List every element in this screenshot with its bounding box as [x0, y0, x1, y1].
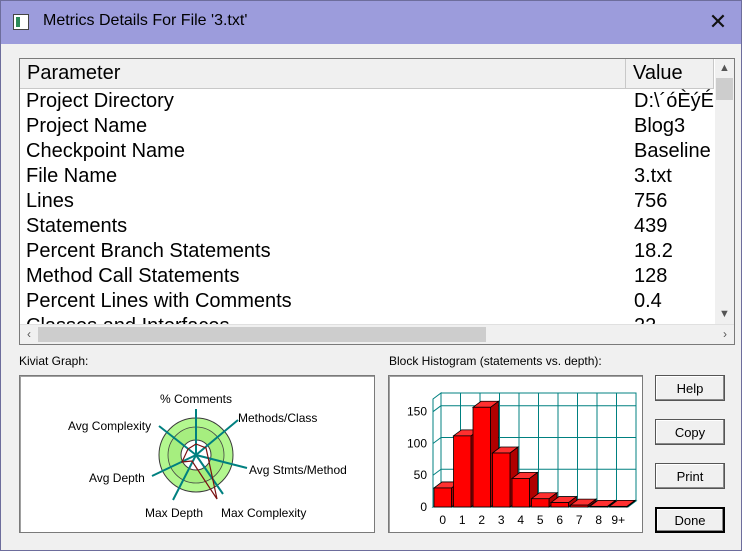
axis-label-methods-class: Methods/Class	[238, 411, 317, 425]
axis-label-avg-depth: Avg Depth	[89, 471, 145, 485]
table-row[interactable]: Project Name Blog3	[20, 114, 714, 139]
table-row[interactable]: Percent Lines with Comments 0.4	[20, 289, 714, 314]
vertical-scrollbar[interactable]: ▲ ▼	[715, 59, 734, 325]
parameter-cell: Project Directory	[26, 90, 174, 112]
value-cell: Baseline	[634, 140, 711, 162]
parameter-cell: Lines	[26, 190, 74, 212]
value-cell: 3.txt	[634, 165, 672, 187]
metrics-list[interactable]: Parameter Value Project Directory D:\´óÈý…	[19, 58, 735, 345]
kiviat-panel: % Comments Methods/Class Avg Stmts/Metho…	[19, 375, 375, 533]
close-button[interactable]: ✕	[701, 6, 735, 38]
title-bar[interactable]: Metrics Details For File '3.txt' ✕	[1, 1, 741, 44]
x-tick-label: 6	[556, 513, 563, 527]
x-tick-label: 9+	[611, 513, 625, 527]
value-cell: 756	[634, 190, 668, 212]
x-tick-label: 2	[478, 513, 485, 527]
value-cell: 439	[634, 215, 668, 237]
table-row[interactable]: Statements 439	[20, 214, 714, 239]
value-cell: 18.2	[634, 240, 673, 262]
scroll-right-icon[interactable]: ›	[716, 325, 734, 344]
x-tick-label: 7	[576, 513, 583, 527]
parameter-cell: Percent Lines with Comments	[26, 290, 292, 312]
x-tick-label: 8	[595, 513, 602, 527]
list-rows: Project Directory D:\´óÈýÉ Project Name Blo…	[20, 89, 714, 325]
table-row[interactable]: Percent Branch Statements 18.2	[20, 239, 714, 264]
table-row[interactable]: Checkpoint Name Baseline	[20, 139, 714, 164]
scroll-up-icon[interactable]: ▲	[715, 59, 734, 77]
kiviat-graph: % Comments Methods/Class Avg Stmts/Metho…	[68, 392, 347, 520]
axis-label-avg-complexity: Avg Complexity	[68, 419, 151, 433]
dialog-window: Metrics Details For File '3.txt' ✕ Param…	[0, 0, 742, 551]
axis-label-max-depth: Max Depth	[145, 506, 203, 520]
histogram-label: Block Histogram (statements vs. depth):	[389, 354, 602, 368]
parameter-cell: Checkpoint Name	[26, 140, 185, 162]
parameter-cell: Statements	[26, 215, 128, 237]
value-cell: 128	[634, 265, 668, 287]
value-cell: D:\´óÈýÉ	[634, 90, 714, 112]
table-row[interactable]: Project Directory D:\´óÈýÉ	[20, 89, 714, 114]
parameter-cell: Method Call Statements	[26, 265, 240, 287]
copy-button[interactable]: Copy	[655, 419, 725, 445]
column-header-value[interactable]: Value	[626, 59, 714, 88]
x-tick-label: 5	[537, 513, 544, 527]
horizontal-scrollbar[interactable]: ‹ ›	[20, 324, 734, 344]
parameter-cell: Percent Branch Statements	[26, 240, 271, 262]
x-tick-label: 3	[498, 513, 505, 527]
table-row[interactable]: File Name 3.txt	[20, 164, 714, 189]
y-tick-label: 100	[407, 436, 427, 450]
column-header-parameter[interactable]: Parameter	[20, 59, 626, 88]
scroll-left-icon[interactable]: ‹	[20, 325, 38, 344]
scroll-down-icon[interactable]: ▼	[715, 305, 734, 323]
horizontal-scroll-thumb[interactable]	[38, 327, 486, 342]
block-histogram: 0501001500 1 2 3 4 5 6 7 8 9+	[407, 392, 638, 527]
vertical-scroll-thumb[interactable]	[716, 78, 733, 100]
value-cell: Blog3	[634, 115, 686, 137]
axis-label-max-complexity: Max Complexity	[221, 506, 306, 520]
help-button[interactable]: Help	[655, 375, 725, 401]
y-tick-label: 150	[407, 405, 427, 419]
y-tick-label: 0	[420, 500, 427, 514]
value-cell: 0.4	[634, 290, 662, 312]
table-row[interactable]: Lines 756	[20, 189, 714, 214]
kiviat-label: Kiviat Graph:	[19, 354, 89, 368]
parameter-cell: Project Name	[26, 115, 148, 137]
x-tick-label: 0	[439, 513, 446, 527]
app-icon	[13, 14, 29, 30]
axis-label-comments: % Comments	[160, 392, 232, 406]
parameter-cell: File Name	[26, 165, 118, 187]
print-button[interactable]: Print	[655, 463, 725, 489]
table-row[interactable]: Method Call Statements 128	[20, 264, 714, 289]
done-button[interactable]: Done	[655, 507, 725, 533]
x-tick-label: 1	[459, 513, 466, 527]
list-header: Parameter Value	[20, 59, 714, 89]
histogram-panel: 0 50 100 150 0 1 2 3 4 5 6 7 8 9+	[388, 375, 643, 533]
axis-label-avg-stmts-method: Avg Stmts/Method	[249, 463, 347, 477]
window-title: Metrics Details For File '3.txt'	[43, 12, 248, 29]
x-tick-label: 4	[517, 513, 524, 527]
y-tick-label: 50	[414, 468, 428, 482]
